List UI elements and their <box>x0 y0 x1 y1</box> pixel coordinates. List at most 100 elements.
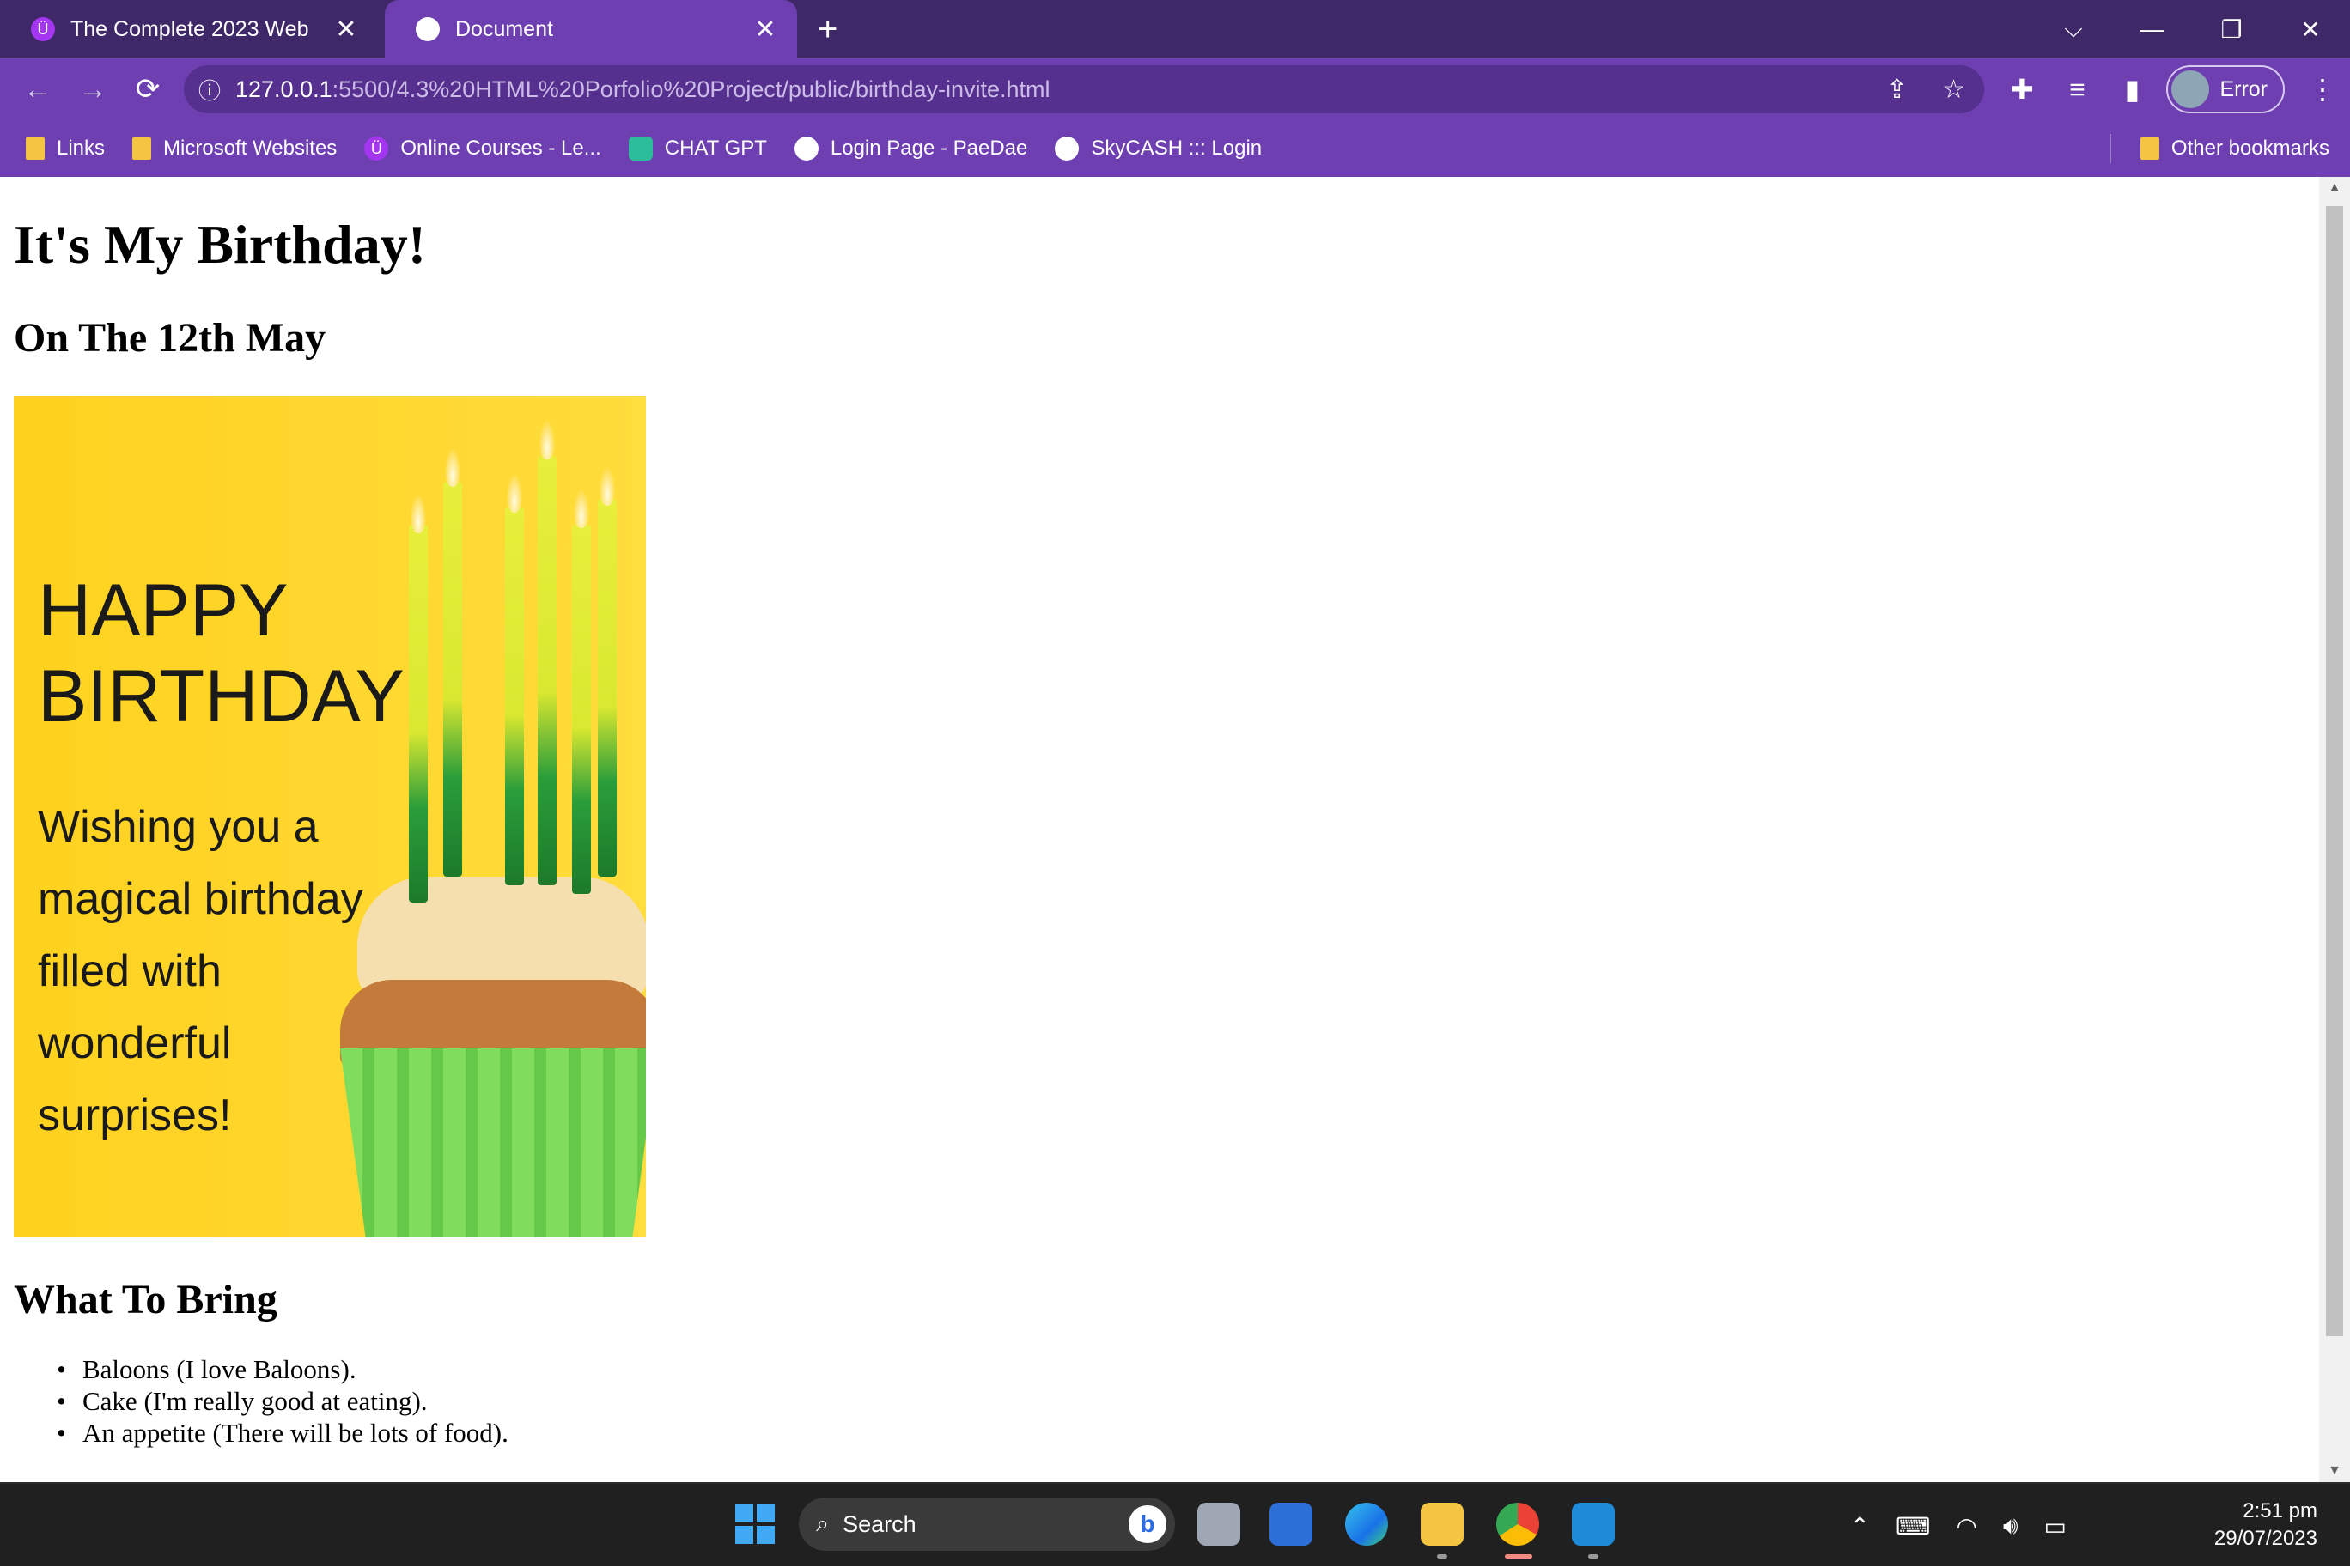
bookmark-login-paedae[interactable]: Login Page - PaeDae <box>781 120 1042 177</box>
bookmark-chat-gpt[interactable]: CHAT GPT <box>615 120 781 177</box>
candle-flame <box>411 495 426 533</box>
other-bookmarks-folder[interactable]: Other bookmarks <box>2127 120 2343 177</box>
avatar <box>2171 70 2210 108</box>
wifi-icon[interactable]: ◠ <box>1956 1512 1976 1541</box>
candle <box>598 499 617 877</box>
folder-icon <box>2140 137 2159 160</box>
bookmark-label: Links <box>57 137 106 160</box>
system-tray: ⌃ ⌨ ◠ 🔊︎ ▭ <box>1850 1484 2067 1568</box>
scroll-down-arrow-icon[interactable]: ▼ <box>2319 1463 2350 1479</box>
media-controls-icon[interactable]: ≡ <box>2049 74 2104 106</box>
bookmark-links[interactable]: Links <box>12 120 119 177</box>
new-tab-button[interactable]: + <box>818 0 837 58</box>
restore-button[interactable]: ❐ <box>2192 15 2271 44</box>
candle-flame <box>600 468 615 506</box>
omnibox-actions: ⇪ ☆ <box>1886 75 1965 105</box>
edge-browser-icon[interactable] <box>1345 1503 1388 1546</box>
other-bookmarks-area: Other bookmarks <box>2109 120 2343 177</box>
vscode-icon[interactable] <box>1572 1503 1615 1546</box>
touch-keyboard-icon[interactable]: ⌨ <box>1896 1512 1930 1541</box>
tab-search-icon[interactable]: ⌵ <box>2034 15 2113 44</box>
profile-button[interactable]: Error <box>2166 65 2285 113</box>
candle-flame <box>574 490 589 528</box>
url-path: :5500/4.3%20HTML%20Porfolio%20Project/pu… <box>332 76 1050 102</box>
page-viewport: It's My Birthday! On The 12th May HAPPY … <box>0 177 2319 1482</box>
globe-icon <box>416 17 440 41</box>
search-placeholder: Search <box>843 1510 916 1537</box>
share-icon[interactable]: ⇪ <box>1886 75 1908 105</box>
side-panel-icon[interactable]: ▮ <box>2104 73 2159 106</box>
bing-icon[interactable]: b <box>1129 1505 1166 1543</box>
close-tab-icon[interactable]: ✕ <box>751 15 780 45</box>
reload-button[interactable]: ⟳ <box>120 72 175 106</box>
forward-button[interactable]: → <box>65 73 120 106</box>
taskbar-clock[interactable]: 2:51 pm 29/07/2023 <box>2214 1498 2317 1553</box>
chrome-browser-icon[interactable] <box>1496 1503 1539 1546</box>
list-item: Cake (I'm really good at eating). <box>57 1385 508 1417</box>
clock-date: 29/07/2023 <box>2213 1527 2317 1550</box>
url-host: 127.0.0.1 <box>235 76 332 102</box>
birthday-card-image: HAPPY BIRTHDAY Wishing you a magical bir… <box>14 396 646 1237</box>
task-view-icon[interactable] <box>1197 1503 1240 1546</box>
cupcake-wrapper <box>340 1048 646 1237</box>
running-indicator <box>1588 1554 1598 1559</box>
windows-start-icon[interactable] <box>735 1504 775 1544</box>
candle <box>443 482 462 877</box>
bookmark-label: Microsoft Websites <box>163 137 338 160</box>
menu-kebab-icon[interactable]: ⋮ <box>2295 73 2350 106</box>
taskbar-search[interactable]: ⌕ Search b <box>799 1498 1175 1551</box>
page-title: It's My Birthday! <box>14 214 426 275</box>
close-window-button[interactable]: ✕ <box>2271 15 2350 44</box>
active-app-indicator <box>1505 1554 1532 1559</box>
search-icon: ⌕ <box>816 1510 830 1536</box>
bookmark-label: SkyCASH ::: Login <box>1091 137 1263 160</box>
date-heading: On The 12th May <box>14 315 326 361</box>
scroll-up-arrow-icon[interactable]: ▲ <box>2319 180 2350 196</box>
back-button[interactable]: ← <box>10 73 65 106</box>
tab-label: The Complete 2023 Web Develop <box>70 16 316 41</box>
bookmark-label: Other bookmarks <box>2170 137 2329 160</box>
vertical-scrollbar[interactable]: ▲ ▼ <box>2319 177 2350 1482</box>
close-tab-icon[interactable]: ✕ <box>332 15 361 45</box>
toolbar-actions: ✚ ≡ ▮ Error ⋮ <box>1994 65 2350 113</box>
candle <box>572 525 591 894</box>
bookmark-skycash[interactable]: SkyCASH ::: Login <box>1041 120 1275 177</box>
running-indicator <box>1437 1554 1447 1559</box>
globe-icon <box>1055 137 1080 161</box>
browser-toolbar: ← → ⟳ ⓘ 127.0.0.1:5500/4.3%20HTML%20Porf… <box>0 58 2350 120</box>
udemy-icon: Ü <box>31 17 55 41</box>
site-info-icon[interactable]: ⓘ <box>184 74 235 106</box>
mail-app-icon[interactable] <box>1269 1503 1312 1546</box>
candle-flame <box>507 475 522 513</box>
tab-label: Document <box>455 16 553 41</box>
battery-icon[interactable]: ▭ <box>2044 1512 2067 1541</box>
bring-list: Baloons (I love Baloons). Cake (I'm real… <box>57 1353 508 1449</box>
tab-document[interactable]: Document ✕ <box>385 0 797 58</box>
bookmark-label: Login Page - PaeDae <box>830 137 1028 160</box>
card-headline: HAPPY BIRTHDAY <box>38 569 405 738</box>
list-item: An appetite (There will be lots of food)… <box>57 1417 508 1449</box>
list-item: Baloons (I love Baloons). <box>57 1353 508 1385</box>
card-message: Wishing you a magical birthday filled wi… <box>38 802 363 1140</box>
bring-heading: What To Bring <box>14 1277 277 1322</box>
bookmark-online-courses[interactable]: Ü Online Courses - Le... <box>350 120 614 177</box>
bookmarks-divider <box>2109 134 2111 163</box>
chevron-up-icon[interactable]: ⌃ <box>1850 1512 1870 1541</box>
tab-udemy-course[interactable]: Ü The Complete 2023 Web Develop ✕ <box>0 0 378 58</box>
globe-icon <box>794 137 819 161</box>
folder-icon <box>26 137 45 160</box>
candle <box>505 507 524 885</box>
chatgpt-icon <box>628 137 653 161</box>
extensions-icon[interactable]: ✚ <box>1994 73 2049 106</box>
windows-taskbar: ⌕ Search b ⌃ ⌨ ◠ 🔊︎ ▭ 2:51 pm 29/07/2023 <box>0 1482 2350 1566</box>
minimize-button[interactable]: — <box>2113 15 2192 43</box>
bookmark-star-icon[interactable]: ☆ <box>1942 75 1965 105</box>
address-bar[interactable]: ⓘ 127.0.0.1:5500/4.3%20HTML%20Porfolio%2… <box>184 65 1984 113</box>
file-explorer-icon[interactable] <box>1421 1503 1464 1546</box>
bookmark-label: CHAT GPT <box>664 137 767 160</box>
bookmark-microsoft-websites[interactable]: Microsoft Websites <box>119 120 350 177</box>
scroll-thumb[interactable] <box>2326 206 2343 1336</box>
volume-icon[interactable]: 🔊︎ <box>2003 1512 2018 1541</box>
window-controls: ⌵ — ❐ ✕ <box>2034 0 2350 58</box>
candle-flame <box>539 422 555 459</box>
